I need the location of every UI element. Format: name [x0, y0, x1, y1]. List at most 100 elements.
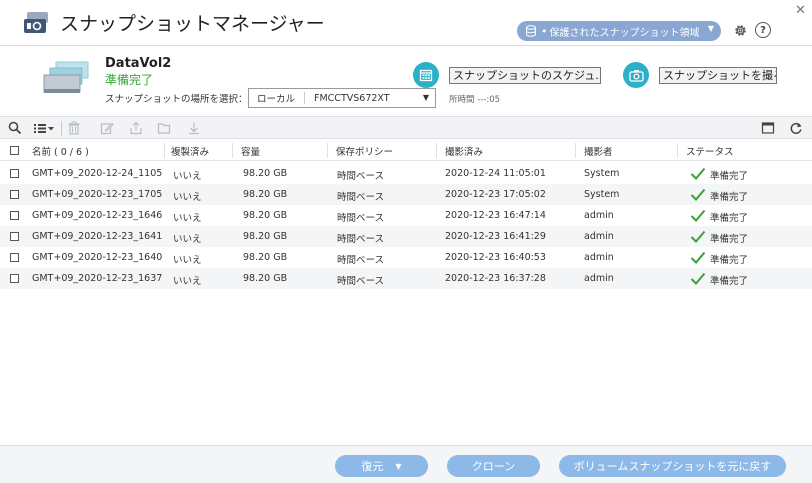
taken-by-value: admin: [584, 252, 614, 263]
policy-value: 時間ベース: [337, 234, 385, 245]
size-value: 98.20 GB: [243, 189, 288, 200]
col-replicated[interactable]: 複製済み: [171, 144, 209, 158]
location-separator: [304, 92, 306, 104]
snapshot-name: GMT+09_2020-12-23_1705: [32, 189, 163, 200]
location-value: ローカル: [257, 94, 296, 105]
clone-button[interactable]: クローン: [447, 455, 540, 477]
folder-icon[interactable]: [157, 121, 171, 135]
download-icon[interactable]: [187, 121, 201, 135]
help-icon[interactable]: ?: [755, 22, 771, 38]
taken-by-value: System: [584, 189, 620, 200]
check-icon: [690, 251, 706, 264]
take-snapshot-button[interactable]: スナップショットを撮る: [659, 66, 777, 84]
status-dot-icon: •: [541, 24, 548, 38]
check-icon: [690, 272, 706, 285]
column-separator: [232, 143, 233, 158]
col-name[interactable]: 名前 ( 0 / 6 ): [32, 144, 89, 158]
column-separator: [436, 143, 437, 158]
check-icon: [690, 209, 706, 222]
calendar-icon[interactable]: [413, 62, 439, 88]
search-icon[interactable]: [8, 121, 22, 135]
check-icon: [690, 230, 706, 243]
row-checkbox[interactable]: [10, 169, 19, 178]
table-row[interactable]: GMT+09_2020-12-23_1641 いいえ 98.20 GB 時間ベー…: [0, 226, 812, 247]
taken-by-value: admin: [584, 210, 614, 221]
taken-by-value: System: [584, 168, 620, 179]
replicated-value: いいえ: [173, 276, 202, 287]
restore-label: 復元: [361, 460, 384, 473]
size-value: 98.20 GB: [243, 168, 288, 179]
replicated-value: いいえ: [173, 213, 202, 224]
col-policy[interactable]: 保存ポリシー: [336, 144, 393, 158]
col-taken[interactable]: 撮影済み: [445, 144, 483, 158]
size-value: 98.20 GB: [243, 210, 288, 221]
policy-value: 時間ベース: [337, 171, 385, 182]
schedule-snapshot-button[interactable]: スナップショットのスケジュ...: [449, 66, 601, 84]
volume-name: DataVol2: [105, 56, 172, 71]
check-icon: [690, 167, 706, 180]
volume-snapshot-icon: [43, 61, 89, 93]
revert-volume-snapshot-button[interactable]: ボリュームスナップショットを元に戻す: [559, 455, 786, 477]
app-title: スナップショットマネージャー: [60, 13, 325, 35]
protected-snapshot-area-button[interactable]: • 保護されたスナップショット領域 ▼: [517, 21, 721, 41]
col-size[interactable]: 容量: [241, 144, 260, 158]
footer-bar: 復元 ▼ クローン ボリュームスナップショットを元に戻す: [0, 445, 812, 483]
take-snapshot-action: スナップショットを撮る: [623, 62, 777, 88]
snapshot-name: GMT+09_2020-12-23_1641: [32, 231, 163, 242]
time-label: 所時間 ---:05: [449, 95, 501, 105]
taken-value: 2020-12-23 16:40:53: [445, 252, 546, 263]
row-checkbox[interactable]: [10, 190, 19, 199]
volume-status: 準備完了: [105, 73, 154, 87]
row-checkbox[interactable]: [10, 232, 19, 241]
row-checkbox[interactable]: [10, 253, 19, 262]
camera-icon[interactable]: [623, 62, 649, 88]
taken-value: 2020-12-23 16:47:14: [445, 210, 546, 221]
status-value: 準備完了: [710, 255, 749, 266]
column-separator: [327, 143, 328, 158]
window-icon[interactable]: [761, 121, 775, 135]
row-checkbox[interactable]: [10, 274, 19, 283]
location-select[interactable]: ローカル FMCCTVS672XT ▼: [248, 88, 436, 108]
chevron-down-icon: ▼: [395, 461, 402, 471]
schedule-action: スナップショットのスケジュ...: [413, 62, 601, 88]
table-row[interactable]: GMT+09_2020-12-23_1705 いいえ 98.20 GB 時間ベー…: [0, 184, 812, 205]
select-all-checkbox[interactable]: [10, 146, 19, 155]
edit-icon[interactable]: [100, 121, 114, 135]
status-value: 準備完了: [710, 276, 749, 287]
refresh-icon[interactable]: [789, 121, 803, 135]
table-row[interactable]: GMT+09_2020-12-23_1640 いいえ 98.20 GB 時間ベー…: [0, 247, 812, 268]
table-row[interactable]: GMT+09_2020-12-23_1646 いいえ 98.20 GB 時間ベー…: [0, 205, 812, 226]
table-header: 名前 ( 0 / 6 ) 複製済み 容量 保存ポリシー 撮影済み 撮影者 ステー…: [0, 140, 812, 161]
taken-value: 2020-12-23 16:37:28: [445, 273, 546, 284]
taken-by-value: admin: [584, 231, 614, 242]
policy-value: 時間ベース: [337, 276, 385, 287]
col-taken-by[interactable]: 撮影者: [584, 144, 613, 158]
column-separator: [575, 143, 576, 158]
snapshot-manager-icon: [24, 12, 48, 33]
snapshot-name: GMT+09_2020-12-23_1640: [32, 252, 163, 263]
col-status[interactable]: ステータス: [686, 144, 734, 158]
gear-icon[interactable]: [733, 23, 748, 38]
column-separator: [164, 143, 165, 158]
list-view-icon[interactable]: [33, 121, 55, 135]
table-row[interactable]: GMT+09_2020-12-23_1637 いいえ 98.20 GB 時間ベー…: [0, 268, 812, 289]
location-label: スナップショットの場所を選択：: [105, 94, 248, 105]
delete-icon[interactable]: [67, 121, 81, 135]
replicated-value: いいえ: [173, 234, 202, 245]
database-icon: [526, 25, 536, 37]
chevron-down-icon: ▼: [707, 24, 714, 33]
taken-value: 2020-12-23 16:41:29: [445, 231, 546, 242]
table-row[interactable]: GMT+09_2020-12-24_1105 いいえ 98.20 GB 時間ベー…: [0, 163, 812, 184]
replicated-value: いいえ: [173, 255, 202, 266]
check-icon: [690, 188, 706, 201]
export-icon[interactable]: [129, 121, 143, 135]
restore-button[interactable]: 復元 ▼: [335, 455, 428, 477]
snapshot-name: GMT+09_2020-12-23_1637: [32, 273, 163, 284]
status-value: 準備完了: [710, 234, 749, 245]
row-checkbox[interactable]: [10, 211, 19, 220]
policy-value: 時間ベース: [337, 192, 385, 203]
close-icon[interactable]: ✕: [795, 3, 806, 18]
replicated-value: いいえ: [173, 171, 202, 182]
policy-value: 時間ベース: [337, 213, 385, 224]
protected-area-label: 保護されたスナップショット領域: [549, 27, 700, 39]
